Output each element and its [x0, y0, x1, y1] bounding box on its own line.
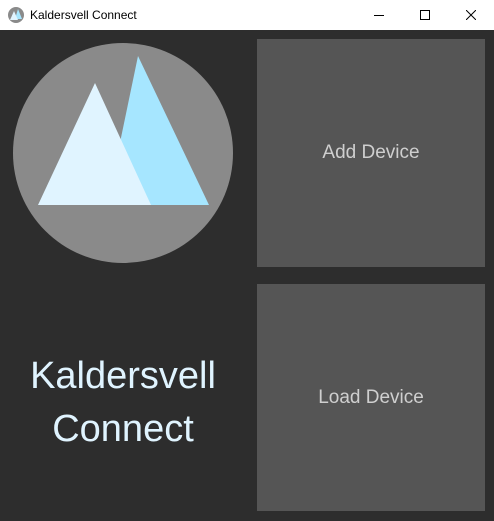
title-bar[interactable]: Kaldersvell Connect [0, 0, 494, 30]
close-icon [466, 10, 476, 20]
app-name-line1: Kaldersvell [30, 355, 216, 397]
add-device-button[interactable]: Add Device [257, 39, 485, 267]
maximize-icon [420, 10, 430, 20]
add-device-label: Add Device [322, 142, 420, 163]
maximize-button[interactable] [402, 0, 448, 30]
window-title: Kaldersvell Connect [30, 8, 137, 22]
close-button[interactable] [448, 0, 494, 30]
app-name-line2: Connect [52, 408, 194, 450]
minimize-icon [374, 15, 384, 16]
mountain-logo-icon [13, 43, 233, 263]
app-icon [8, 7, 24, 23]
load-device-button[interactable]: Load Device [257, 284, 485, 511]
minimize-button[interactable] [356, 0, 402, 30]
load-device-label: Load Device [318, 386, 424, 408]
app-name: Kaldersvell Connect [0, 350, 246, 456]
